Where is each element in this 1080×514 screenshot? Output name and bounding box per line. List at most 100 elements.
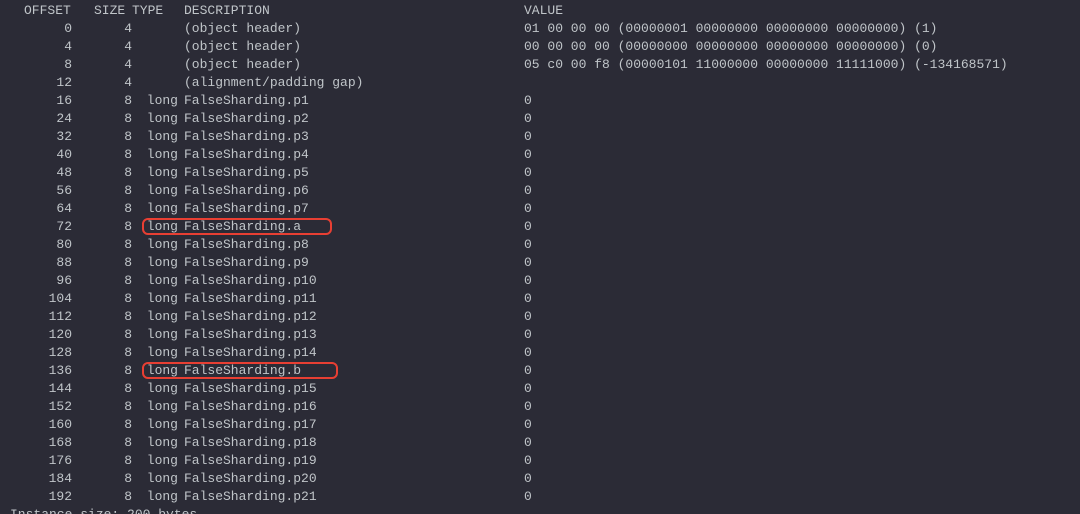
cell-type: long — [132, 434, 184, 452]
cell-value: 0 — [524, 416, 1070, 434]
cell-description: FalseSharding.p1 — [184, 92, 524, 110]
cell-offset: 184 — [10, 470, 72, 488]
cell-description: FalseSharding.p11 — [184, 290, 524, 308]
table-row: 1528longFalseSharding.p160 — [10, 398, 1070, 416]
cell-size: 8 — [72, 110, 132, 128]
table-row: 1208longFalseSharding.p130 — [10, 326, 1070, 344]
cell-size: 8 — [72, 164, 132, 182]
cell-value: 0 — [524, 434, 1070, 452]
cell-value: 0 — [524, 182, 1070, 200]
header-value: VALUE — [524, 2, 1070, 20]
table-row: 124(alignment/padding gap) — [10, 74, 1070, 92]
cell-offset: 80 — [10, 236, 72, 254]
cell-description: FalseSharding.p21 — [184, 488, 524, 506]
cell-description: FalseSharding.p18 — [184, 434, 524, 452]
cell-value: 0 — [524, 470, 1070, 488]
cell-description: FalseSharding.p15 — [184, 380, 524, 398]
cell-offset: 8 — [10, 56, 72, 74]
cell-value: 0 — [524, 164, 1070, 182]
cell-value: 0 — [524, 92, 1070, 110]
cell-type: long — [132, 272, 184, 290]
cell-description: (object header) — [184, 20, 524, 38]
instance-size-text: Instance size: 200 bytes — [10, 506, 197, 514]
cell-size: 8 — [72, 308, 132, 326]
table-row: 1128longFalseSharding.p120 — [10, 308, 1070, 326]
cell-size: 8 — [72, 434, 132, 452]
cell-type: long — [132, 416, 184, 434]
table-row: 1448longFalseSharding.p150 — [10, 380, 1070, 398]
cell-size: 8 — [72, 146, 132, 164]
table-row: 968longFalseSharding.p100 — [10, 272, 1070, 290]
cell-value: 0 — [524, 110, 1070, 128]
table-row: 1288longFalseSharding.p140 — [10, 344, 1070, 362]
cell-offset: 136 — [10, 362, 72, 380]
cell-size: 8 — [72, 344, 132, 362]
cell-size: 8 — [72, 200, 132, 218]
cell-value: 0 — [524, 218, 1070, 236]
cell-size: 8 — [72, 362, 132, 380]
cell-description: (object header) — [184, 56, 524, 74]
table-body: 04(object header)01 00 00 00 (00000001 0… — [10, 20, 1070, 506]
cell-size: 4 — [72, 56, 132, 74]
table-row: 1608longFalseSharding.p170 — [10, 416, 1070, 434]
cell-description: FalseSharding.p3 — [184, 128, 524, 146]
cell-type: long — [132, 218, 184, 236]
cell-value: 0 — [524, 308, 1070, 326]
cell-type — [132, 74, 184, 92]
cell-description: FalseSharding.p7 — [184, 200, 524, 218]
cell-size: 4 — [72, 38, 132, 56]
cell-description: FalseSharding.p4 — [184, 146, 524, 164]
cell-offset: 144 — [10, 380, 72, 398]
cell-size: 8 — [72, 452, 132, 470]
table-row: 728longFalseSharding.a0 — [10, 218, 1070, 236]
cell-value: 0 — [524, 362, 1070, 380]
cell-value: 0 — [524, 380, 1070, 398]
cell-size: 8 — [72, 380, 132, 398]
cell-type: long — [132, 128, 184, 146]
table-row: 808longFalseSharding.p80 — [10, 236, 1070, 254]
cell-offset: 4 — [10, 38, 72, 56]
cell-type: long — [132, 254, 184, 272]
cell-size: 8 — [72, 272, 132, 290]
header-type: TYPE — [132, 2, 184, 20]
header-description: DESCRIPTION — [184, 2, 524, 20]
cell-offset: 120 — [10, 326, 72, 344]
cell-type: long — [132, 182, 184, 200]
cell-value: 0 — [524, 452, 1070, 470]
cell-offset: 152 — [10, 398, 72, 416]
cell-size: 8 — [72, 92, 132, 110]
table-row: 84 (object header)05 c0 00 f8 (00000101 1… — [10, 56, 1070, 74]
cell-description: FalseSharding.p13 — [184, 326, 524, 344]
cell-value: 05 c0 00 f8 (00000101 11000000 00000000 … — [524, 56, 1070, 74]
cell-description: FalseSharding.a — [184, 218, 524, 236]
cell-description: FalseSharding.p2 — [184, 110, 524, 128]
cell-size: 8 — [72, 128, 132, 146]
cell-offset: 192 — [10, 488, 72, 506]
cell-description: FalseSharding.p8 — [184, 236, 524, 254]
cell-description: FalseSharding.p5 — [184, 164, 524, 182]
cell-size: 8 — [72, 182, 132, 200]
cell-value: 00 00 00 00 (00000000 00000000 00000000 … — [524, 38, 1070, 56]
header-size: SIZE — [72, 2, 132, 20]
table-row: 168longFalseSharding.p10 — [10, 92, 1070, 110]
cell-size: 8 — [72, 236, 132, 254]
cell-offset: 168 — [10, 434, 72, 452]
cell-description: FalseSharding.p10 — [184, 272, 524, 290]
cell-description: FalseSharding.p6 — [184, 182, 524, 200]
cell-offset: 40 — [10, 146, 72, 164]
cell-size: 8 — [72, 416, 132, 434]
table-row: 328longFalseSharding.p30 — [10, 128, 1070, 146]
cell-offset: 12 — [10, 74, 72, 92]
cell-type: long — [132, 290, 184, 308]
cell-value — [524, 74, 1070, 92]
cell-type: long — [132, 380, 184, 398]
cell-description: FalseSharding.p12 — [184, 308, 524, 326]
cell-size: 8 — [72, 326, 132, 344]
cell-offset: 128 — [10, 344, 72, 362]
cell-type — [132, 20, 184, 38]
cell-size: 8 — [72, 254, 132, 272]
table-row: 1848longFalseSharding.p200 — [10, 470, 1070, 488]
cell-offset: 64 — [10, 200, 72, 218]
cell-value: 0 — [524, 398, 1070, 416]
cell-type: long — [132, 470, 184, 488]
